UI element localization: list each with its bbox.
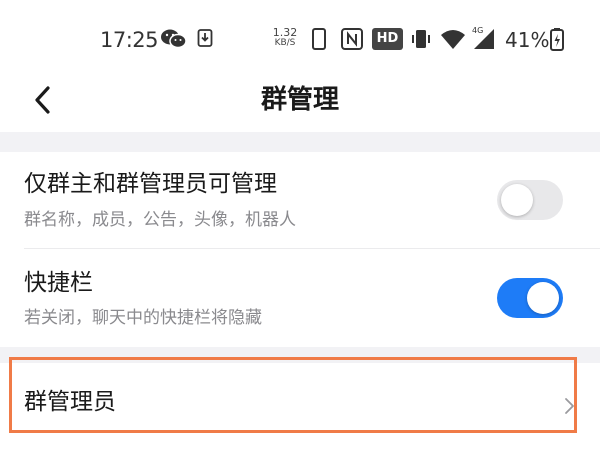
setting-row-admin-only: 仅群主和群管理员可管理 群名称，成员，公告，头像，机器人 [0, 152, 600, 249]
signal-icon [470, 27, 496, 51]
setting-row-shortcut-bar: 快捷栏 若关闭，聊天中的快捷栏将隐藏 [0, 249, 600, 347]
wechat-icon [160, 27, 188, 51]
nav-bar: 群管理 [0, 72, 600, 130]
shortcut-bar-toggle[interactable] [497, 278, 563, 318]
toggle-knob [501, 184, 533, 216]
wifi-icon [440, 27, 466, 51]
setting-subtitle: 群名称，成员，公告，头像，机器人 [24, 210, 296, 230]
toggle-knob [527, 282, 559, 314]
download-icon [197, 27, 213, 49]
net-speed-unit: KB/S [274, 38, 296, 48]
vibrate-icon [410, 27, 432, 51]
battery-icon [550, 27, 564, 51]
group-admins-label: 群管理员 [24, 389, 116, 415]
status-bar: 17:25 1.32 KB/S HD 4G 41% [0, 0, 600, 72]
page-title: 群管理 [260, 85, 339, 115]
hd-badge: HD [372, 28, 403, 50]
setting-subtitle: 若关闭，聊天中的快捷栏将隐藏 [24, 308, 262, 328]
admin-only-toggle[interactable] [497, 180, 563, 220]
phone-icon [311, 27, 327, 51]
section-gap [0, 347, 600, 363]
nfc-icon [340, 27, 364, 51]
chevron-right-icon [565, 398, 574, 414]
battery-percent: 41% [505, 28, 550, 52]
setting-title: 快捷栏 [24, 270, 93, 296]
group-admins-row[interactable]: 群管理员 [0, 363, 600, 450]
setting-title: 仅群主和群管理员可管理 [24, 171, 277, 197]
net-speed-value: 1.32 [272, 26, 298, 39]
status-time: 17:25 [100, 28, 159, 52]
net-speed: 1.32 KB/S [270, 26, 300, 54]
section-gap [0, 132, 600, 152]
